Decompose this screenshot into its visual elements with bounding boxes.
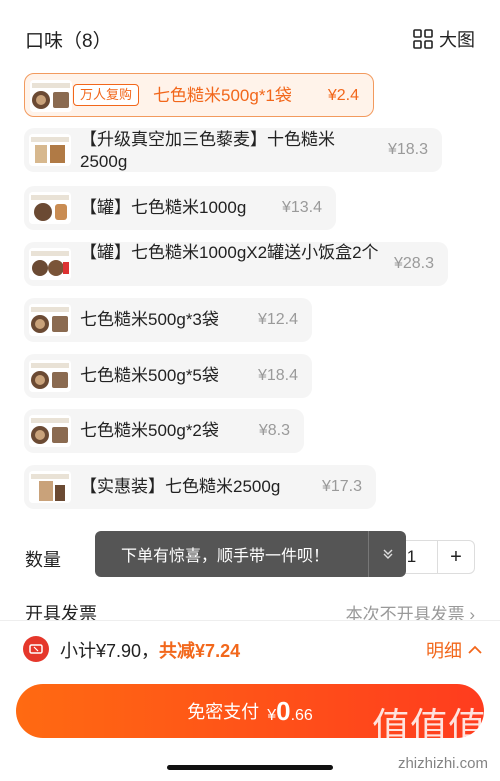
option-item-4[interactable]: 【罐】七色糙米1000gX2罐送小饭盒2个 ¥28.3 [24,242,448,286]
product-thumbnail [29,415,71,447]
option-name: 七色糙米500g*2袋 [80,421,219,440]
option-name: 【实惠装】七色糙米2500g [80,477,281,496]
summary-bar: 小计¥7.90，共减¥7.24 明细 [0,620,500,678]
option-name: 七色糙米500g*1袋 [153,86,292,105]
watermark-text: zhizhizhi.com [397,755,488,772]
product-thumbnail [30,80,72,112]
option-price: ¥18.3 [387,141,428,158]
option-price: ¥28.3 [393,255,434,272]
quantity-label: 数量 [25,550,61,570]
repurchase-badge: 万人复购 [73,84,140,106]
big-view-toggle[interactable]: 大图 [413,26,475,52]
site-watermark: 值值值 zhizhizhi.com [364,692,492,776]
option-item-8[interactable]: 【实惠装】七色糙米2500g ¥17.3 [24,465,376,509]
product-thumbnail [29,304,71,336]
home-indicator [167,765,333,770]
option-price: ¥18.4 [257,367,298,384]
detail-button[interactable]: 明细 [426,637,482,663]
chevron-up-icon [468,645,482,654]
big-view-label: 大图 [439,30,475,50]
svg-text:值值值: 值值值 [372,705,486,749]
pay-label: 免密支付 [187,702,260,722]
option-item-3[interactable]: 【罐】七色糙米1000g ¥13.4 [24,186,336,230]
option-price: ¥12.4 [257,311,298,328]
subtotal-text: 小计¥7.90，共减¥7.24 [60,637,240,663]
option-item-5[interactable]: 七色糙米500g*3袋 ¥12.4 [24,298,312,342]
option-name: 七色糙米500g*5袋 [80,366,219,385]
product-thumbnail [29,134,71,166]
coupon-icon [23,636,49,662]
option-name: 【升级真空加三色藜麦】十色糙米2500g [80,130,335,171]
option-item-7[interactable]: 七色糙米500g*2袋 ¥8.3 [24,409,304,453]
product-thumbnail [29,248,71,280]
chevron-down-icon[interactable] [368,531,406,577]
watermark-logo-icon: 值值值 [372,705,486,749]
spec-header: 口味（8） 大图 [25,26,475,54]
option-item-2[interactable]: 【升级真空加三色藜麦】十色糙米2500g ¥18.3 [24,128,442,172]
promo-toast-text: 下单有惊喜，顺手带一件呗！ [121,548,330,565]
spec-title: 口味（8） [25,31,112,52]
product-thumbnail [29,192,71,224]
option-item-6[interactable]: 七色糙米500g*5袋 ¥18.4 [24,354,312,398]
pay-amount: ¥0.66 [267,695,313,726]
option-price: ¥17.3 [321,478,362,495]
option-price: ¥8.3 [258,422,290,439]
promo-toast[interactable]: 下单有惊喜，顺手带一件呗！ [95,531,406,577]
option-name: 【罐】七色糙米1000gX2罐送小饭盒2个 [80,243,379,262]
option-name: 七色糙米500g*3袋 [80,310,219,329]
option-item-1[interactable]: 万人复购 七色糙米500g*1袋 ¥2.4 [24,73,374,117]
grid-icon [413,29,433,49]
option-price: ¥2.4 [327,87,359,104]
discount-amount: 共减¥7.24 [159,641,241,661]
quantity-plus-button[interactable]: + [438,546,474,569]
subtotal-amount: 小计¥7.90， [60,641,160,661]
option-name: 【罐】七色糙米1000g [80,198,247,217]
option-price: ¥13.4 [281,199,322,216]
detail-label: 明细 [426,641,462,661]
product-thumbnail [29,360,71,392]
product-thumbnail [29,471,71,503]
